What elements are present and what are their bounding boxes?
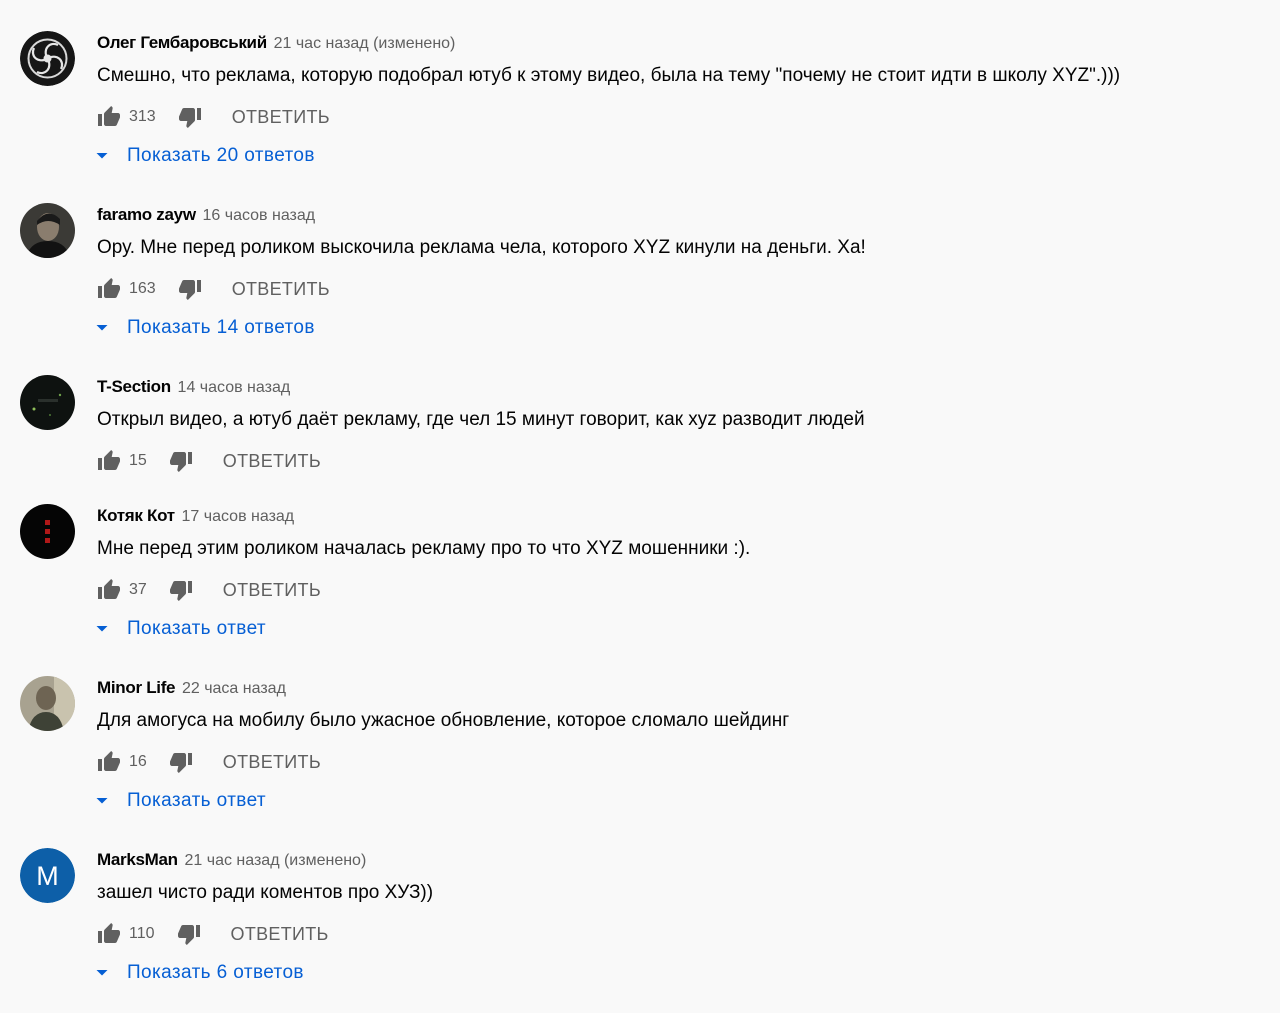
caret-down-icon (96, 153, 108, 159)
comment-header: Minor Life 22 часа назад (97, 677, 286, 700)
comment-timestamp[interactable]: 21 час назад (изменено) (274, 35, 456, 52)
comment-actions: 163 ОТВЕТИТЬ (97, 277, 330, 301)
comment-header: MarksMan 21 час назад (изменено) (97, 849, 366, 872)
show-replies-button[interactable]: Показать ответ (93, 616, 266, 642)
reply-button[interactable]: ОТВЕТИТЬ (232, 279, 330, 300)
avatar[interactable] (20, 203, 75, 258)
thumbs-up-icon[interactable] (97, 449, 121, 473)
thumbs-down-icon[interactable] (169, 750, 193, 774)
comment-text: Мне перед этим роликом началась рекламу … (97, 538, 751, 559)
author-name[interactable]: T-Section (97, 377, 171, 396)
thumbs-down-icon[interactable] (177, 922, 201, 946)
thumbs-down-icon[interactable] (169, 578, 193, 602)
show-replies-button[interactable]: Показать 6 ответов (93, 960, 304, 986)
show-replies-label: Показать 14 ответов (127, 317, 315, 338)
like-count: 110 (129, 925, 155, 942)
show-replies-label: Показать ответ (127, 618, 267, 639)
avatar-letter-icon: M (20, 848, 75, 903)
like-count: 15 (129, 452, 147, 469)
comment-text: Ору. Мне перед роликом выскочила реклама… (97, 237, 866, 258)
avatar[interactable]: M (20, 848, 75, 903)
like-count: 37 (129, 581, 147, 598)
avatar[interactable] (20, 676, 75, 731)
caret-down-icon (96, 626, 108, 632)
avatar-photo-icon (20, 203, 75, 258)
avatar-spiral-icon (20, 31, 75, 86)
comment-timestamp[interactable]: 17 часов назад (182, 508, 295, 525)
comment-text: зашел чисто ради коментов про ХУЗ)) (97, 882, 434, 903)
author-name[interactable]: Олег Гембаровський (97, 33, 267, 52)
comment-text: Для амогуса на мобилу было ужасное обнов… (97, 710, 790, 731)
comment-header: T-Section 14 часов назад (97, 376, 290, 399)
avatar-letter: M (36, 861, 59, 891)
comment-text: Открыл видео, а ютуб даёт рекламу, где ч… (97, 409, 865, 430)
thumbs-down-icon[interactable] (178, 105, 202, 129)
comment-actions: 110 ОТВЕТИТЬ (97, 922, 329, 946)
comment-header: Олег Гембаровський 21 час назад (изменен… (97, 32, 455, 55)
comment-timestamp[interactable]: 21 час назад (изменено) (184, 852, 366, 869)
show-replies-button[interactable]: Показать 14 ответов (93, 315, 315, 341)
like-count: 163 (129, 280, 156, 297)
comment-actions: 313 ОТВЕТИТЬ (97, 105, 330, 129)
reply-button[interactable]: ОТВЕТИТЬ (232, 107, 330, 128)
thumbs-up-icon[interactable] (97, 922, 121, 946)
show-replies-label: Показать 6 ответов (127, 962, 304, 983)
show-replies-button[interactable]: Показать ответ (93, 788, 266, 814)
comment-text: Смешно, что реклама, которую подобрал ют… (97, 65, 1121, 86)
thumbs-up-icon[interactable] (97, 277, 121, 301)
caret-down-icon (96, 325, 108, 331)
reply-button[interactable]: ОТВЕТИТЬ (223, 580, 321, 601)
comment-actions: 16 ОТВЕТИТЬ (97, 750, 321, 774)
comment-header: Котяк Кот 17 часов назад (97, 505, 294, 528)
comment-actions: 37 ОТВЕТИТЬ (97, 578, 321, 602)
comment-timestamp[interactable]: 16 часов назад (202, 207, 315, 224)
thumbs-down-icon[interactable] (178, 277, 202, 301)
show-replies-button[interactable]: Показать 20 ответов (93, 143, 315, 169)
avatar-photo-icon (20, 676, 75, 731)
avatar[interactable] (20, 375, 75, 430)
thumbs-up-icon[interactable] (97, 578, 121, 602)
avatar[interactable] (20, 31, 75, 86)
avatar-dark-icon (20, 375, 75, 430)
comment-timestamp[interactable]: 22 часа назад (182, 680, 286, 697)
author-name[interactable]: Котяк Кот (97, 506, 175, 525)
thumbs-up-icon[interactable] (97, 105, 121, 129)
caret-down-icon (96, 798, 108, 804)
avatar-logo-icon (20, 504, 75, 559)
author-name[interactable]: Minor Life (97, 678, 176, 697)
reply-button[interactable]: ОТВЕТИТЬ (231, 924, 329, 945)
comment-header: faramo zayw 16 часов назад (97, 204, 315, 227)
reply-button[interactable]: ОТВЕТИТЬ (223, 752, 321, 773)
author-name[interactable]: faramo zayw (97, 205, 196, 224)
show-replies-label: Показать ответ (127, 790, 267, 811)
reply-button[interactable]: ОТВЕТИТЬ (223, 451, 321, 472)
like-count: 313 (129, 108, 156, 125)
caret-down-icon (96, 970, 108, 976)
thumbs-up-icon[interactable] (97, 750, 121, 774)
author-name[interactable]: MarksMan (97, 850, 178, 869)
show-replies-label: Показать 20 ответов (127, 145, 315, 166)
avatar[interactable] (20, 504, 75, 559)
comment-actions: 15 ОТВЕТИТЬ (97, 449, 321, 473)
comment-timestamp[interactable]: 14 часов назад (178, 379, 291, 396)
thumbs-down-icon[interactable] (169, 449, 193, 473)
like-count: 16 (129, 753, 147, 770)
